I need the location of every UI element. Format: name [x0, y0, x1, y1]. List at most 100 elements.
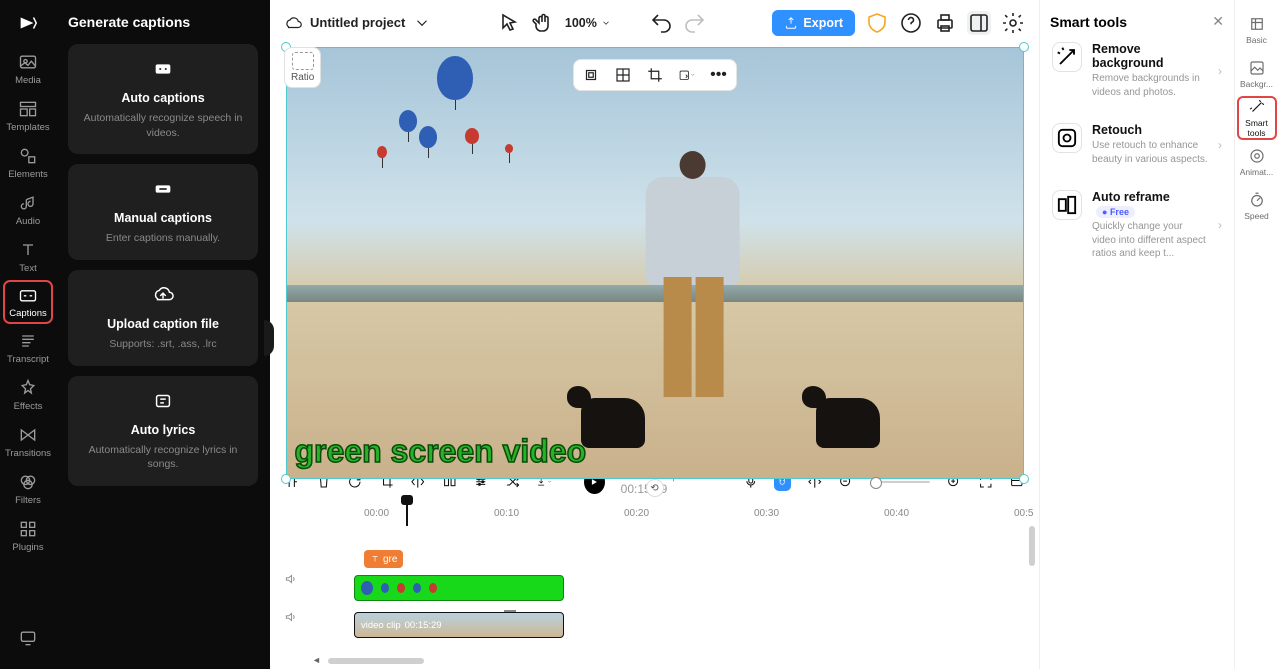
auto-lyrics-card[interactable]: Auto lyrics Automatically recognize lyri… — [68, 376, 258, 486]
zoom-slider[interactable] — [870, 481, 930, 483]
vertical-scrollbar[interactable] — [1029, 526, 1039, 666]
timeline[interactable]: 00:00 00:10 00:20 00:30 00:40 00:5 gre v… — [270, 504, 1039, 669]
card-title: Manual captions — [78, 211, 248, 225]
tool-title: Auto reframeFree — [1092, 190, 1208, 218]
free-badge: Free — [1096, 206, 1135, 218]
canvas-area: Ratio ••• green screen video — [270, 45, 1039, 460]
rail-label: Filters — [15, 495, 41, 506]
grid-icon[interactable] — [614, 66, 632, 84]
resize-handle[interactable] — [281, 474, 291, 484]
video-frame[interactable]: green screen video — [286, 47, 1024, 479]
replace-icon[interactable] — [678, 66, 696, 84]
hand-tool[interactable] — [531, 11, 555, 35]
manual-captions-card[interactable]: Manual captions Enter captions manually. — [68, 164, 258, 260]
tab-smart-tools[interactable]: Smart tools — [1237, 96, 1277, 140]
more-icon[interactable]: ••• — [710, 66, 728, 84]
speaker-icon[interactable] — [284, 610, 314, 629]
chevron-right-icon: › — [1218, 218, 1222, 232]
close-icon[interactable]: ✕ — [1212, 14, 1224, 28]
shield-icon[interactable] — [865, 11, 889, 35]
rail-transcript[interactable]: Transcript — [0, 324, 56, 371]
rail-label: Captions — [9, 308, 47, 319]
settings-icon[interactable] — [1001, 11, 1025, 35]
tab-basic[interactable]: Basic — [1237, 8, 1277, 52]
project-title[interactable]: Untitled project — [284, 14, 431, 32]
tool-title: Remove background — [1092, 42, 1208, 70]
tab-speed[interactable]: Speed — [1237, 184, 1277, 228]
tool-desc: Use retouch to enhance beauty in various… — [1092, 139, 1208, 166]
export-button[interactable]: Export — [772, 10, 855, 36]
resize-handle[interactable] — [1019, 474, 1029, 484]
left-rail: Media Templates Elements Audio Text Capt… — [0, 0, 56, 669]
cloud-icon — [284, 14, 302, 32]
auto-reframe-tool[interactable]: Auto reframeFreeQuickly change your vide… — [1050, 178, 1224, 273]
clip-handle[interactable] — [504, 610, 516, 612]
balloon-icon — [505, 144, 513, 153]
reset-transform-icon[interactable]: ⟲ — [646, 479, 664, 497]
inspector-title: Smart tools — [1050, 14, 1224, 30]
rail-media[interactable]: Media — [0, 45, 56, 92]
rail-effects[interactable]: Effects — [0, 371, 56, 418]
rail-text[interactable]: Text — [0, 233, 56, 280]
rail-captions[interactable]: Captions — [3, 280, 53, 324]
app-logo[interactable] — [0, 0, 56, 45]
panel-title: Generate captions — [68, 14, 258, 30]
balloon-icon — [419, 126, 437, 148]
upload-caption-card[interactable]: Upload caption file Supports: .srt, .ass… — [68, 270, 258, 366]
card-desc: Automatically recognize speech in videos… — [78, 111, 248, 140]
card-title: Auto lyrics — [78, 423, 248, 437]
dog-shape — [816, 398, 880, 448]
rail-filters[interactable]: Filters — [0, 465, 56, 512]
project-name: Untitled project — [310, 15, 405, 30]
help-icon[interactable] — [899, 11, 923, 35]
tick-label: 00:00 — [364, 508, 389, 519]
cursor-tool[interactable] — [497, 11, 521, 35]
card-desc: Supports: .srt, .ass, .lrc — [78, 337, 248, 352]
horizontal-scrollbar[interactable] — [314, 657, 564, 667]
crop-icon[interactable] — [646, 66, 664, 84]
canvas-toolbar: ••• — [573, 59, 737, 91]
reframe-icon — [1052, 190, 1082, 220]
ratio-button[interactable]: Ratio — [284, 47, 321, 88]
zoom-level[interactable]: 100% — [565, 16, 611, 30]
print-icon[interactable] — [933, 11, 957, 35]
ruler[interactable]: 00:00 00:10 00:20 00:30 00:40 00:5 — [314, 504, 1039, 526]
remove-background-tool[interactable]: Remove backgroundRemove backgrounds in v… — [1050, 30, 1224, 111]
retouch-icon — [1052, 123, 1082, 153]
retouch-tool[interactable]: RetouchUse retouch to enhance beauty in … — [1050, 111, 1224, 178]
rail-transitions[interactable]: Transitions — [0, 418, 56, 465]
video-caption: green screen video — [295, 433, 587, 470]
text-clip[interactable]: gre — [364, 550, 403, 568]
card-title: Auto captions — [78, 91, 248, 105]
rail-label: Media — [15, 75, 41, 86]
tick-label: 00:40 — [884, 508, 909, 519]
tool-desc: Remove backgrounds in videos and photos. — [1092, 72, 1208, 99]
crop-center-icon[interactable] — [582, 66, 600, 84]
tick-label: 00:5 — [1014, 508, 1033, 519]
rail-elements[interactable]: Elements — [0, 139, 56, 186]
rail-feedback[interactable] — [0, 622, 56, 669]
tick-label: 00:30 — [754, 508, 779, 519]
speaker-icon[interactable] — [284, 572, 314, 591]
redo-button[interactable] — [683, 11, 707, 35]
wand-icon — [1052, 42, 1082, 72]
chevron-right-icon: › — [1218, 138, 1222, 152]
rail-audio[interactable]: Audio — [0, 186, 56, 233]
overlay-clip[interactable] — [354, 575, 564, 601]
layout-toggle-icon[interactable] — [967, 11, 991, 35]
balloon-icon — [465, 128, 479, 144]
undo-button[interactable] — [649, 11, 673, 35]
playhead[interactable] — [406, 501, 408, 526]
card-desc: Automatically recognize lyrics in songs. — [78, 443, 248, 472]
auto-captions-card[interactable]: Auto captions Automatically recognize sp… — [68, 44, 258, 154]
video-canvas[interactable]: green screen video ⟲ — [286, 47, 1024, 479]
tab-animation[interactable]: Animat... — [1237, 140, 1277, 184]
resize-handle[interactable] — [1019, 42, 1029, 52]
rail-label: Plugins — [12, 542, 43, 553]
chevron-right-icon: › — [1218, 64, 1222, 78]
video-clip[interactable]: video clip 00:15:29 — [354, 612, 564, 638]
tab-background[interactable]: Backgr... — [1237, 52, 1277, 96]
rail-label: Templates — [6, 122, 49, 133]
rail-plugins[interactable]: Plugins — [0, 512, 56, 559]
rail-templates[interactable]: Templates — [0, 92, 56, 139]
